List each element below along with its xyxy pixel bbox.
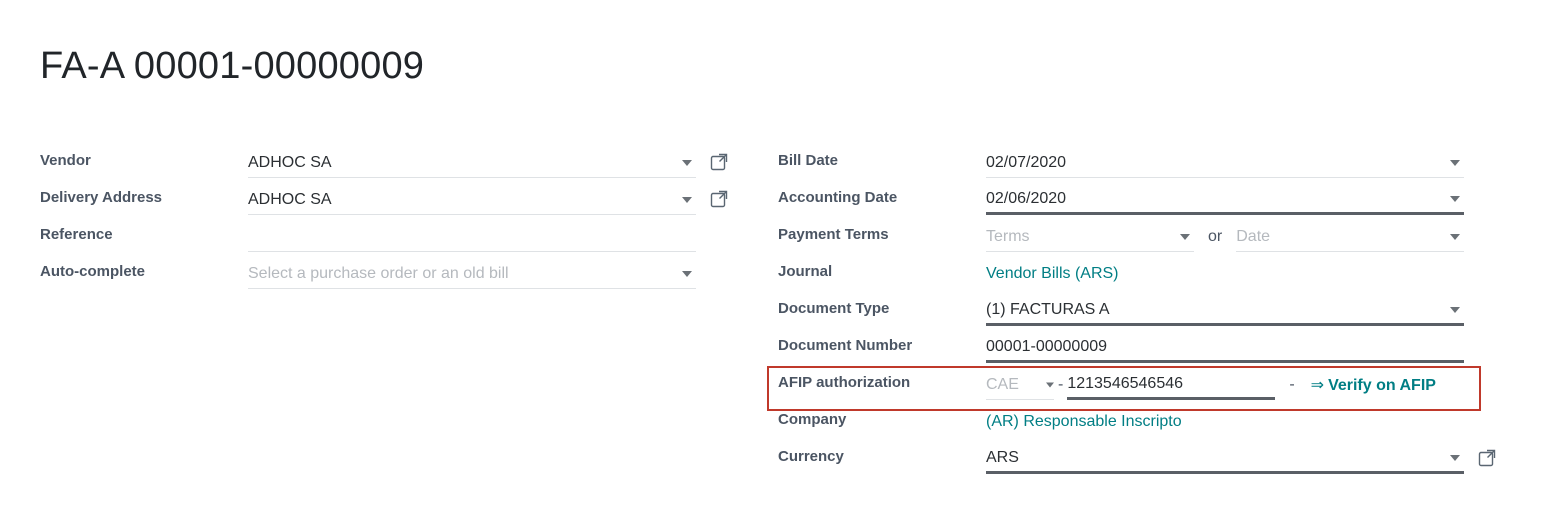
afip-authorization-type-value: CAE <box>986 375 1019 393</box>
journal-value-container[interactable]: Vendor Bills (ARS) <box>986 259 1464 289</box>
field-row-currency: Currency ARS <box>778 444 1498 481</box>
label-afip-authorization: AFIP authorization <box>778 374 911 391</box>
double-arrow-icon: ⇒ <box>1310 377 1325 394</box>
field-cell-document-type: (1) FACTURAS A <box>986 296 1498 326</box>
spacer-payment-terms <box>1476 225 1498 247</box>
payment-terms-date-placeholder: Date <box>1236 227 1271 245</box>
spacer-document-type <box>1476 299 1498 321</box>
field-row-afip-authorization: AFIP authorization CAE - 1213546546546 -… <box>778 370 1498 407</box>
field-row-auto-complete: Auto-complete Select a purchase order or… <box>40 259 730 296</box>
field-row-journal: Journal Vendor Bills (ARS) <box>778 259 1498 296</box>
chevron-down-icon[interactable] <box>682 159 692 166</box>
external-link-icon-delivery-address[interactable] <box>708 188 730 210</box>
afip-authorization-type-input[interactable]: CAE <box>986 370 1054 400</box>
field-cell-afip-authorization: CAE - 1213546546546 - ⇒ Verify on AFIP <box>986 370 1498 400</box>
external-link-placeholder-auto-complete <box>708 262 730 284</box>
label-vendor: Vendor <box>40 152 91 169</box>
auto-complete-input[interactable]: Select a purchase order or an old bill <box>248 259 696 289</box>
field-cell-journal: Vendor Bills (ARS) <box>986 259 1498 289</box>
auto-complete-placeholder: Select a purchase order or an old bill <box>248 264 509 282</box>
spacer-accounting-date <box>1476 188 1498 210</box>
afip-authorization-code-input[interactable]: 1213546546546 <box>1067 370 1276 400</box>
label-document-number: Document Number <box>778 337 913 354</box>
field-cell-document-number: 00001-00000009 <box>986 333 1498 363</box>
right-form-column: Bill Date 02/07/2020 Accounting Date 02/… <box>778 148 1498 481</box>
bill-date-value: 02/07/2020 <box>986 153 1067 171</box>
label-delivery-address: Delivery Address <box>40 189 163 206</box>
label-currency: Currency <box>778 448 844 465</box>
afip-authorization-code-value: 1213546546546 <box>1067 374 1184 392</box>
company-value-container[interactable]: (AR) Responsable Inscripto <box>986 407 1464 437</box>
accounting-date-input[interactable]: 02/06/2020 <box>986 185 1464 215</box>
field-cell-vendor: ADHOC SA <box>248 148 730 178</box>
chevron-down-icon[interactable] <box>1046 382 1054 387</box>
field-cell-bill-date: 02/07/2020 <box>986 148 1498 178</box>
delivery-address-value: ADHOC SA <box>248 190 332 208</box>
label-document-type: Document Type <box>778 300 890 317</box>
label-company: Company <box>778 411 847 428</box>
currency-input[interactable]: ARS <box>986 444 1464 474</box>
field-row-accounting-date: Accounting Date 02/06/2020 <box>778 185 1498 222</box>
field-row-document-type: Document Type (1) FACTURAS A <box>778 296 1498 333</box>
label-bill-date: Bill Date <box>778 152 839 169</box>
field-row-vendor: Vendor ADHOC SA <box>40 148 730 185</box>
external-link-icon-currency[interactable] <box>1476 447 1498 469</box>
left-form-column: Vendor ADHOC SA Delivery Address ADHOC S… <box>40 148 730 296</box>
page-title: FA-A 00001-00000009 <box>40 45 425 87</box>
label-payment-terms: Payment Terms <box>778 226 889 243</box>
delivery-address-input[interactable]: ADHOC SA <box>248 185 696 215</box>
chevron-down-icon[interactable] <box>682 270 692 277</box>
field-row-document-number: Document Number 00001-00000009 <box>778 333 1498 370</box>
accounting-date-value: 02/06/2020 <box>986 189 1067 207</box>
chevron-down-icon[interactable] <box>682 196 692 203</box>
reference-input[interactable] <box>248 222 696 252</box>
spacer-company <box>1476 410 1498 432</box>
spacer-journal <box>1476 262 1498 284</box>
document-type-input[interactable]: (1) FACTURAS A <box>986 296 1464 326</box>
field-cell-auto-complete: Select a purchase order or an old bill <box>248 259 730 289</box>
chevron-down-icon[interactable] <box>1180 233 1190 240</box>
payment-terms-date-input[interactable]: Date <box>1236 222 1464 252</box>
label-accounting-date: Accounting Date <box>778 189 898 206</box>
chevron-down-icon[interactable] <box>1450 159 1460 166</box>
spacer-document-number <box>1476 336 1498 358</box>
field-cell-reference <box>248 222 730 252</box>
chevron-down-icon[interactable] <box>1450 454 1460 461</box>
afip-separator-2: - <box>1289 376 1295 393</box>
chevron-down-icon[interactable] <box>1450 233 1460 240</box>
vendor-value: ADHOC SA <box>248 153 332 171</box>
field-cell-currency: ARS <box>986 444 1498 474</box>
journal-value: Vendor Bills (ARS) <box>986 265 1119 282</box>
field-cell-company: (AR) Responsable Inscripto <box>986 407 1498 437</box>
field-row-reference: Reference <box>40 222 730 259</box>
document-type-value: (1) FACTURAS A <box>986 300 1110 318</box>
document-number-input[interactable]: 00001-00000009 <box>986 333 1464 363</box>
payment-terms-input[interactable]: Terms <box>986 222 1194 252</box>
external-link-icon-vendor[interactable] <box>708 151 730 173</box>
currency-value: ARS <box>986 448 1019 466</box>
document-number-value: 00001-00000009 <box>986 337 1108 355</box>
field-row-bill-date: Bill Date 02/07/2020 <box>778 148 1498 185</box>
field-cell-accounting-date: 02/06/2020 <box>986 185 1498 215</box>
field-cell-delivery-address: ADHOC SA <box>248 185 730 215</box>
chevron-down-icon[interactable] <box>1450 195 1460 202</box>
label-reference: Reference <box>40 226 113 243</box>
afip-separator-1: - <box>1058 376 1064 393</box>
field-row-company: Company (AR) Responsable Inscripto <box>778 407 1498 444</box>
label-journal: Journal <box>778 263 833 280</box>
company-value: (AR) Responsable Inscripto <box>986 413 1182 430</box>
vendor-input[interactable]: ADHOC SA <box>248 148 696 178</box>
verify-on-afip-link[interactable]: ⇒ Verify on AFIP <box>1311 375 1436 395</box>
field-row-delivery-address: Delivery Address ADHOC SA <box>40 185 730 222</box>
field-row-payment-terms: Payment Terms Terms or Date <box>778 222 1498 259</box>
payment-terms-placeholder: Terms <box>986 227 1030 245</box>
chevron-down-icon[interactable] <box>1450 306 1460 313</box>
bill-date-input[interactable]: 02/07/2020 <box>986 148 1464 178</box>
spacer-bill-date <box>1476 151 1498 173</box>
field-cell-payment-terms: Terms or Date <box>986 222 1498 252</box>
payment-terms-or-text: or <box>1208 228 1223 245</box>
label-auto-complete: Auto-complete <box>40 263 145 280</box>
verify-on-afip-label: Verify on AFIP <box>1328 377 1436 394</box>
external-link-placeholder-reference <box>708 225 730 247</box>
